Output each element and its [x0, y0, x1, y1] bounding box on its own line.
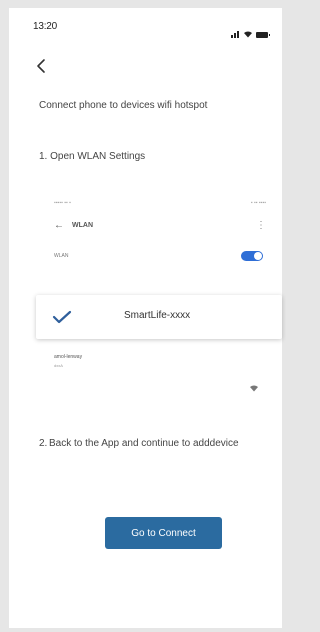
more-vertical-icon: ⋮: [256, 220, 266, 231]
mock-title: WLAN: [72, 222, 93, 229]
step-2-description: Back to the App and continue to adddevic…: [49, 438, 239, 449]
wifi-lock-icon: [250, 385, 258, 392]
battery-icon: [256, 32, 270, 38]
other-network-name: amol-lenway: [54, 354, 83, 360]
mock-status-bar: ▪▪▪▪▪ ▪▪ ▪ ▪ ▪▪ ▪▪▪▪: [54, 200, 266, 208]
network-ssid: SmartLife-xxxx: [124, 310, 191, 321]
mock-status-right: ▪ ▪▪ ▪▪▪▪: [250, 200, 266, 206]
mock-wlan-label: WLAN: [54, 253, 69, 259]
chevron-left-icon[interactable]: [35, 58, 49, 74]
wifi-icon: [244, 31, 252, 38]
app-screen: 13:20 Connect phone to devices wifi hots…: [9, 8, 282, 628]
step-1-label: 1. Open WLAN Settings: [39, 151, 146, 162]
status-time: 13:20: [33, 21, 58, 32]
arrow-left-icon: ←: [54, 220, 64, 231]
status-bar: 13:20: [9, 8, 282, 38]
wlan-toggle[interactable]: [241, 251, 263, 261]
wlan-settings-illustration: ▪▪▪▪▪ ▪▪ ▪ ▪ ▪▪ ▪▪▪▪ ← WLAN ⋮ WLAN ▪▪▪ ▪…: [45, 192, 274, 392]
step-2-number: 2.: [39, 438, 48, 449]
selected-network-row[interactable]: SmartLife-xxxx: [36, 295, 282, 339]
checkmark-icon: [52, 310, 72, 324]
instruction-text: Connect phone to devices wifi hotspot: [39, 100, 208, 111]
other-network-detail: dxxA: [54, 363, 63, 368]
mock-header: ← WLAN ⋮: [54, 220, 266, 234]
mock-status-left: ▪▪▪▪▪ ▪▪ ▪: [54, 200, 71, 206]
go-to-connect-button[interactable]: Go to Connect: [105, 517, 222, 549]
step-2-text: 2. Back to the App and continue to addde…: [39, 437, 267, 451]
status-icons: [231, 20, 270, 38]
signal-icon: [231, 20, 240, 38]
